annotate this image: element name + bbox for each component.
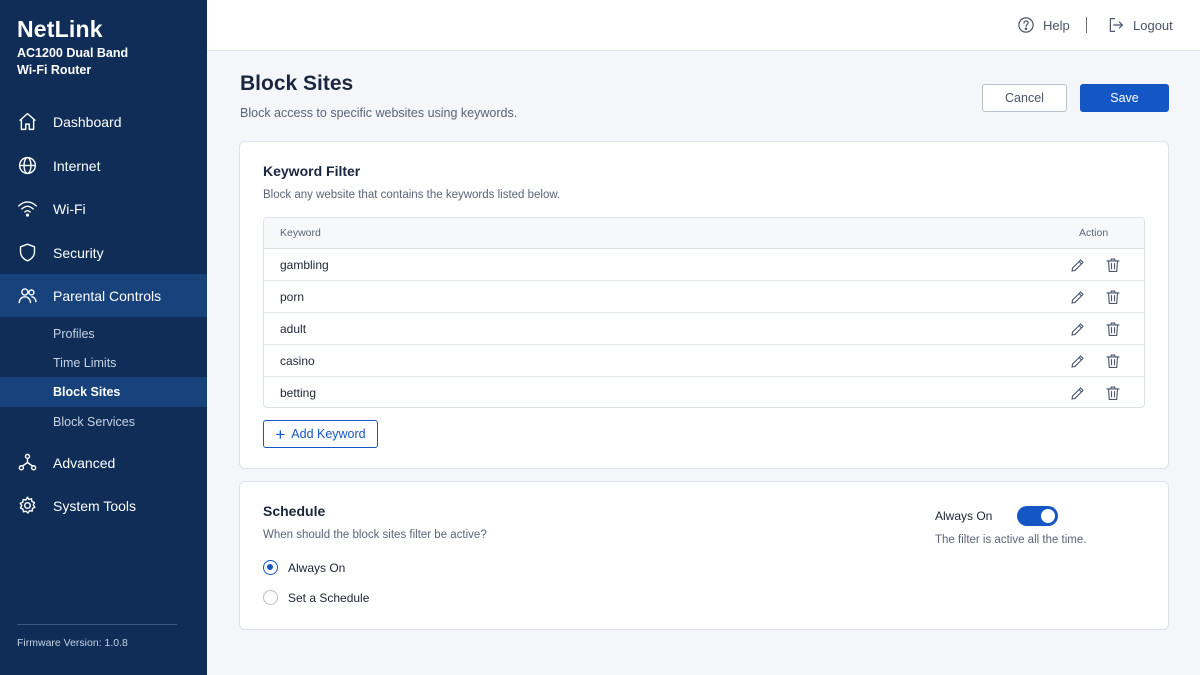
schedule-card: Schedule When should the block sites fil… [239, 481, 1169, 630]
toggle-hint: The filter is active all the time. [935, 534, 1087, 546]
shield-icon [19, 243, 36, 262]
delete-icon[interactable] [1104, 256, 1122, 274]
edit-icon[interactable] [1069, 384, 1087, 402]
sidebar-subitem-block-sites[interactable]: Block Sites [0, 377, 207, 407]
edit-icon[interactable] [1069, 320, 1087, 338]
firmware-version: Firmware Version: 1.0.8 [17, 637, 128, 649]
sidebar: NetLink AC1200 Dual Band Wi-Fi Router Da… [0, 0, 207, 675]
keyword-cell: betting [280, 386, 317, 400]
sidebar-subitem-label: Block Services [53, 415, 135, 429]
sidebar-subitem-label: Block Sites [53, 385, 121, 399]
keyword-table: Keyword Action gambling porn adult casino be… [263, 217, 1145, 408]
keyword-filter-title: Keyword Filter [263, 163, 361, 179]
sidebar-item-dashboard[interactable]: Dashboard [0, 100, 207, 143]
column-header-action: Action [1079, 227, 1109, 239]
brand-model: AC1200 Dual Band Wi-Fi Router [17, 46, 129, 77]
sidebar-subitem-profiles[interactable]: Profiles [0, 319, 207, 349]
toggle-knob [1041, 509, 1055, 523]
radio-label: Set a Schedule [288, 590, 370, 605]
cancel-button[interactable]: Cancel [982, 84, 1067, 112]
home-icon [19, 112, 36, 131]
table-header: Keyword Action [264, 218, 1144, 249]
edit-icon[interactable] [1069, 288, 1087, 306]
globe-icon [18, 156, 37, 175]
sidebar-item-label: Wi-Fi [53, 200, 86, 217]
column-header-keyword: Keyword [280, 227, 321, 239]
always-on-toggle[interactable] [1017, 506, 1058, 526]
add-keyword-label: Add Keyword [291, 427, 366, 441]
logout-icon [1109, 18, 1123, 32]
sidebar-subitem-label: Profiles [53, 327, 95, 341]
sidebar-item-label: System Tools [53, 497, 136, 514]
table-row: adult [264, 313, 1144, 345]
delete-icon[interactable] [1104, 352, 1122, 370]
logout-label: Logout [1133, 17, 1173, 33]
sidebar-item-wifi[interactable]: Wi-Fi [0, 187, 207, 230]
save-button[interactable]: Save [1080, 84, 1169, 112]
radio-button[interactable] [263, 590, 278, 605]
table-row: betting [264, 377, 1144, 407]
top-bar: Help Logout [207, 0, 1200, 51]
wifi-icon [18, 201, 37, 217]
radio-button[interactable] [263, 560, 278, 575]
radio-set-schedule[interactable]: Set a Schedule [263, 590, 369, 605]
keyword-cell: casino [280, 354, 315, 368]
radio-label: Always On [288, 560, 346, 575]
help-icon [1018, 17, 1034, 33]
sidebar-subitem-time-limits[interactable]: Time Limits [0, 348, 207, 378]
network-icon [18, 453, 37, 471]
sidebar-item-label: Security [53, 244, 104, 261]
keyword-cell: gambling [280, 258, 329, 272]
sidebar-item-advanced[interactable]: Advanced [0, 441, 207, 484]
topbar-separator [1086, 17, 1087, 33]
add-keyword-button[interactable]: + Add Keyword [263, 420, 378, 448]
sidebar-subitem-block-services[interactable]: Block Services [0, 407, 207, 437]
delete-icon[interactable] [1104, 288, 1122, 306]
toggle-label: Always On [935, 509, 993, 523]
sidebar-item-parental-controls[interactable]: Parental Controls [0, 274, 207, 317]
sidebar-item-internet[interactable]: Internet [0, 144, 207, 187]
radio-always-on[interactable]: Always On [263, 560, 345, 575]
plus-icon: + [275, 424, 286, 444]
gear-icon [19, 496, 36, 514]
table-row: porn [264, 281, 1144, 313]
brand: NetLink AC1200 Dual Band Wi-Fi Router [17, 16, 147, 79]
sidebar-item-system-tools[interactable]: System Tools [0, 484, 207, 527]
keyword-filter-card: Keyword Filter Block any website that co… [239, 141, 1169, 469]
delete-icon[interactable] [1104, 384, 1122, 402]
users-icon [18, 288, 37, 304]
table-row: casino [264, 345, 1144, 377]
schedule-title: Schedule [263, 503, 326, 519]
keyword-cell: porn [280, 290, 305, 304]
edit-icon[interactable] [1069, 256, 1087, 274]
page-subtitle: Block access to specific websites using … [240, 106, 518, 120]
brand-name: NetLink [17, 16, 103, 42]
edit-icon[interactable] [1069, 352, 1087, 370]
sidebar-item-label: Advanced [53, 454, 116, 471]
logout-link[interactable]: Logout [1107, 16, 1173, 34]
sidebar-item-security[interactable]: Security [0, 231, 207, 274]
keyword-cell: adult [280, 322, 307, 336]
firmware-divider [17, 624, 177, 625]
sidebar-subitem-label: Time Limits [53, 356, 117, 370]
help-label: Help [1043, 17, 1070, 33]
sidebar-item-label: Dashboard [53, 113, 122, 130]
page-title: Block Sites [240, 72, 354, 95]
schedule-question: When should the block sites filter be ac… [263, 529, 487, 541]
delete-icon[interactable] [1104, 320, 1122, 338]
keyword-filter-description: Block any website that contains the keyw… [263, 189, 561, 201]
sidebar-item-label: Parental Controls [53, 287, 162, 304]
table-row: gambling [264, 249, 1144, 281]
help-link[interactable]: Help [1017, 16, 1070, 34]
sidebar-item-label: Internet [53, 157, 101, 174]
